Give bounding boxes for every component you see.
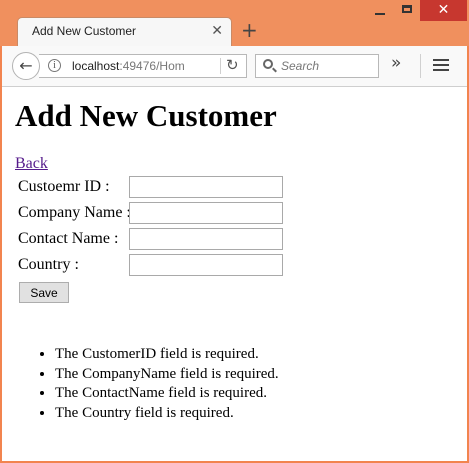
save-button[interactable]: Save bbox=[19, 282, 69, 303]
page-content: Add New Customer Back Custoemr ID : Comp… bbox=[2, 87, 467, 461]
customer-id-input[interactable] bbox=[129, 176, 283, 198]
back-arrow-icon[interactable]: ← bbox=[12, 52, 40, 80]
validation-error: The ContactName field is required. bbox=[55, 384, 279, 404]
page-title: Add New Customer bbox=[15, 98, 277, 133]
customer-id-label: Custoemr ID : bbox=[18, 178, 110, 195]
back-link[interactable]: Back bbox=[15, 155, 48, 173]
contact-name-input[interactable] bbox=[129, 228, 283, 250]
address-bar[interactable]: i localhost:49476/Hom ↻ bbox=[39, 54, 247, 78]
validation-error: The CustomerID field is required. bbox=[55, 345, 279, 365]
browser-window: Add New Customer ✕ + ✕ i localhost:49476… bbox=[0, 0, 469, 463]
validation-error: The Country field is required. bbox=[55, 404, 279, 424]
contact-name-label: Contact Name : bbox=[18, 230, 119, 247]
url-path: :49476/Hom bbox=[119, 59, 185, 73]
close-icon[interactable]: ✕ bbox=[211, 22, 223, 40]
company-name-label: Company Name : bbox=[18, 204, 131, 221]
company-name-input[interactable] bbox=[129, 202, 283, 224]
new-tab-icon[interactable]: + bbox=[241, 19, 258, 41]
search-placeholder: Search bbox=[281, 59, 320, 73]
country-input[interactable] bbox=[129, 254, 283, 276]
search-icon bbox=[263, 59, 273, 69]
url-host: localhost bbox=[72, 59, 120, 73]
info-icon[interactable]: i bbox=[48, 59, 61, 72]
country-row: Country : bbox=[18, 254, 318, 276]
country-label: Country : bbox=[18, 256, 79, 273]
company-name-row: Company Name : bbox=[18, 202, 318, 224]
window-close-button[interactable]: ✕ bbox=[420, 0, 467, 21]
toolbar-divider bbox=[420, 54, 421, 78]
validation-summary: The CustomerID field is required. The Co… bbox=[15, 345, 279, 423]
minimize-icon[interactable] bbox=[366, 0, 394, 22]
reload-icon[interactable]: ↻ bbox=[226, 56, 239, 74]
title-bar: Add New Customer ✕ + ✕ bbox=[0, 0, 469, 46]
maximize-icon[interactable] bbox=[394, 0, 420, 22]
customer-id-row: Custoemr ID : bbox=[18, 176, 318, 198]
overflow-icon[interactable]: » bbox=[391, 53, 401, 73]
validation-error: The CompanyName field is required. bbox=[55, 365, 279, 385]
browser-tab[interactable]: Add New Customer ✕ bbox=[17, 17, 232, 46]
tab-title: Add New Customer bbox=[32, 24, 137, 38]
contact-name-row: Contact Name : bbox=[18, 228, 318, 250]
url-text[interactable]: localhost:49476/Hom bbox=[72, 59, 217, 73]
url-divider bbox=[220, 58, 221, 74]
hamburger-menu-icon[interactable] bbox=[433, 59, 449, 74]
navigation-toolbar: i localhost:49476/Hom ↻ ← Search » bbox=[2, 46, 467, 87]
search-bar[interactable]: Search bbox=[255, 54, 379, 78]
